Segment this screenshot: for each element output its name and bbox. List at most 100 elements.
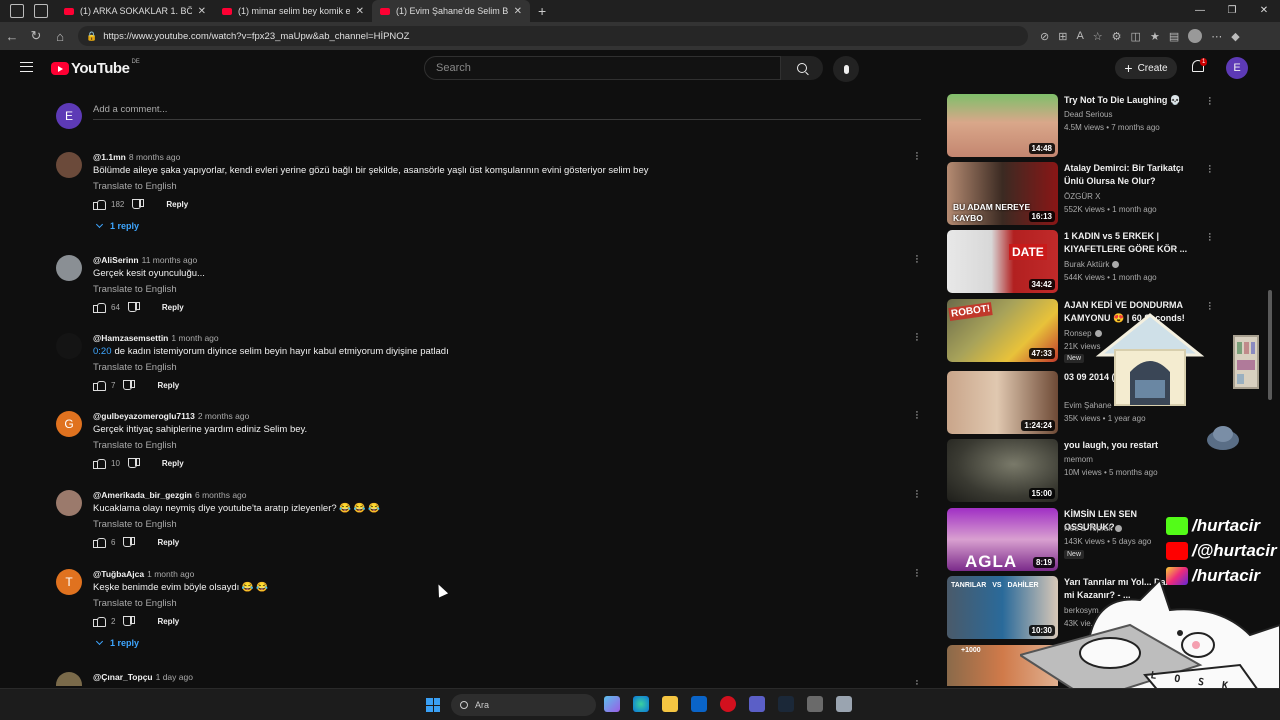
video-title[interactable]: Atalay Demirci: Bir Tarikatçı Ünlü Olurs… bbox=[1064, 162, 1189, 188]
like-icon[interactable] bbox=[93, 380, 106, 391]
recommended-video[interactable]: 15:00 you laugh, you restart memom 10M v… bbox=[947, 439, 1217, 503]
youtube-logo[interactable]: YouTube DE bbox=[51, 59, 140, 77]
copilot-app-icon[interactable] bbox=[604, 696, 620, 712]
comment-author[interactable]: @Amerikada_bir_gezgin 6 months ago bbox=[93, 490, 247, 500]
avatar[interactable]: G bbox=[56, 411, 82, 437]
close-tab-icon[interactable]: ✕ bbox=[356, 6, 364, 17]
apps-icon[interactable]: ⊞ bbox=[1058, 30, 1067, 43]
copilot-icon[interactable]: ◆ bbox=[1231, 30, 1239, 43]
channel-name[interactable]: Burak Aktürk bbox=[1064, 260, 1120, 269]
more-options-icon[interactable]: · · · bbox=[1208, 93, 1212, 110]
reply-button[interactable]: Reply bbox=[157, 617, 179, 626]
avatar[interactable] bbox=[56, 490, 82, 516]
translate-link[interactable]: Translate to English bbox=[93, 598, 177, 609]
read-aloud-icon[interactable]: A bbox=[1076, 30, 1083, 42]
maximize-icon[interactable]: ❐ bbox=[1216, 0, 1248, 22]
dislike-icon[interactable] bbox=[132, 199, 145, 210]
channel-name[interactable]: ÖZGÜR X bbox=[1064, 192, 1100, 201]
scrollbar-thumb[interactable] bbox=[1268, 290, 1272, 400]
hamburger-menu-icon[interactable] bbox=[20, 62, 33, 72]
profile-avatar[interactable] bbox=[1188, 29, 1203, 43]
channel-name[interactable]: Dead Serious bbox=[1064, 110, 1112, 119]
like-icon[interactable] bbox=[93, 302, 106, 313]
comment-time[interactable]: 6 months ago bbox=[195, 490, 247, 500]
edge-app-icon[interactable] bbox=[633, 696, 649, 712]
reader-icon[interactable]: ⊘ bbox=[1040, 30, 1049, 43]
refresh-icon[interactable]: ↻ bbox=[24, 28, 48, 44]
search-input[interactable]: Search bbox=[424, 56, 781, 80]
translate-link[interactable]: Translate to English bbox=[93, 181, 177, 192]
video-title[interactable]: you laugh, you restart bbox=[1064, 439, 1189, 452]
comment-time[interactable]: 1 day ago bbox=[156, 672, 193, 682]
calculator-app-icon[interactable] bbox=[836, 696, 852, 712]
reply-button[interactable]: Reply bbox=[157, 538, 179, 547]
comment-author[interactable]: @Çınar_Topçu 1 day ago bbox=[93, 672, 193, 682]
comment-time[interactable]: 2 months ago bbox=[198, 411, 250, 421]
comment-author[interactable]: @AliSerinn 11 months ago bbox=[93, 255, 197, 265]
new-tab-icon[interactable]: + bbox=[538, 3, 546, 19]
more-options-icon[interactable]: · · · bbox=[915, 251, 919, 268]
browser-tab[interactable]: (1) ARKA SOKAKLAR 1. BÖLÜM - ✕ bbox=[56, 0, 214, 22]
avatar[interactable] bbox=[56, 255, 82, 281]
home-icon[interactable]: ⌂ bbox=[48, 29, 72, 44]
close-window-icon[interactable]: ✕ bbox=[1248, 0, 1280, 22]
collections-icon[interactable]: ▤ bbox=[1169, 30, 1179, 43]
avatar[interactable] bbox=[56, 152, 82, 178]
dislike-icon[interactable] bbox=[123, 380, 136, 391]
more-options-icon[interactable]: · · · bbox=[1208, 298, 1212, 315]
user-avatar[interactable]: E bbox=[1226, 57, 1248, 79]
more-options-icon[interactable]: · · · bbox=[1208, 229, 1212, 246]
view-replies-button[interactable]: 1 reply bbox=[95, 220, 139, 231]
avatar[interactable] bbox=[56, 333, 82, 359]
video-thumbnail[interactable]: 1:24:24 bbox=[947, 371, 1058, 434]
capture-app-icon[interactable] bbox=[807, 696, 823, 712]
translate-link[interactable]: Translate to English bbox=[93, 362, 177, 373]
outlook-app-icon[interactable] bbox=[691, 696, 707, 712]
view-replies-button[interactable]: 1 reply bbox=[95, 637, 139, 648]
dislike-icon[interactable] bbox=[127, 302, 140, 313]
channel-name[interactable]: memom bbox=[1064, 455, 1093, 464]
comment-author[interactable]: @gulbeyazomeroglu7113 2 months ago bbox=[93, 411, 249, 421]
opera-app-icon[interactable] bbox=[720, 696, 736, 712]
recommended-video[interactable]: DATE 34:42 1 KADIN vs 5 ERKEK | KIYAFETL… bbox=[947, 229, 1217, 294]
more-options-icon[interactable]: · · · bbox=[915, 329, 919, 346]
video-thumbnail[interactable]: ROBOT! 47:33 bbox=[947, 299, 1058, 362]
video-title[interactable]: 1 KADIN vs 5 ERKEK | KIYAFETLERE GÖRE KÖ… bbox=[1064, 230, 1189, 256]
more-options-icon[interactable]: · · · bbox=[1208, 161, 1212, 178]
recommended-video[interactable]: 14:48 Try Not To Die Laughing 💀 Dead Ser… bbox=[947, 93, 1217, 158]
workspaces-icon[interactable] bbox=[10, 4, 24, 18]
back-icon[interactable]: ← bbox=[0, 29, 24, 44]
minimize-icon[interactable]: — bbox=[1184, 0, 1216, 22]
recommended-video[interactable]: BU ADAM NEREYE KAYBO 16:13 Atalay Demirc… bbox=[947, 161, 1217, 226]
video-title[interactable]: Try Not To Die Laughing 💀 bbox=[1064, 94, 1189, 107]
favorites-icon[interactable]: ★ bbox=[1150, 30, 1160, 43]
reply-button[interactable]: Reply bbox=[162, 459, 184, 468]
reply-button[interactable]: Reply bbox=[162, 303, 184, 312]
comment-time[interactable]: 11 months ago bbox=[142, 255, 198, 265]
comment-author[interactable]: @Hamzasemsettin 1 month ago bbox=[93, 333, 219, 343]
comment-time[interactable]: 8 months ago bbox=[129, 152, 181, 162]
voice-search-button[interactable] bbox=[833, 56, 859, 82]
channel-name[interactable]: Neo & Toprak bbox=[1064, 524, 1123, 533]
reply-button[interactable]: Reply bbox=[166, 200, 188, 209]
dislike-icon[interactable] bbox=[123, 616, 136, 627]
translate-link[interactable]: Translate to English bbox=[93, 519, 177, 530]
more-options-icon[interactable]: · · · bbox=[915, 486, 919, 503]
video-thumbnail[interactable]: BU ADAM NEREYE KAYBO 16:13 bbox=[947, 162, 1058, 225]
taskbar-search[interactable]: Ara bbox=[451, 694, 596, 716]
url-field[interactable]: 🔒 https://www.youtube.com/watch?v=fpx23_… bbox=[78, 26, 1028, 46]
more-icon[interactable]: ⋯ bbox=[1211, 30, 1222, 43]
windows-start-icon[interactable] bbox=[426, 698, 440, 712]
translate-link[interactable]: Translate to English bbox=[93, 284, 177, 295]
file-explorer-icon[interactable] bbox=[662, 696, 678, 712]
close-tab-icon[interactable]: ✕ bbox=[514, 6, 522, 17]
close-tab-icon[interactable]: ✕ bbox=[198, 6, 206, 17]
timestamp-link[interactable]: 0:20 bbox=[93, 346, 112, 357]
video-thumbnail[interactable]: DATE 34:42 bbox=[947, 230, 1058, 293]
browser-tab-active[interactable]: (1) Evim Şahane'de Selim Bey'in y ✕ bbox=[372, 0, 530, 22]
more-options-icon[interactable]: · · · bbox=[915, 565, 919, 582]
add-comment-input[interactable]: Add a comment... bbox=[93, 104, 167, 115]
avatar[interactable] bbox=[56, 672, 82, 686]
like-icon[interactable] bbox=[93, 458, 106, 469]
steam-app-icon[interactable] bbox=[778, 696, 794, 712]
